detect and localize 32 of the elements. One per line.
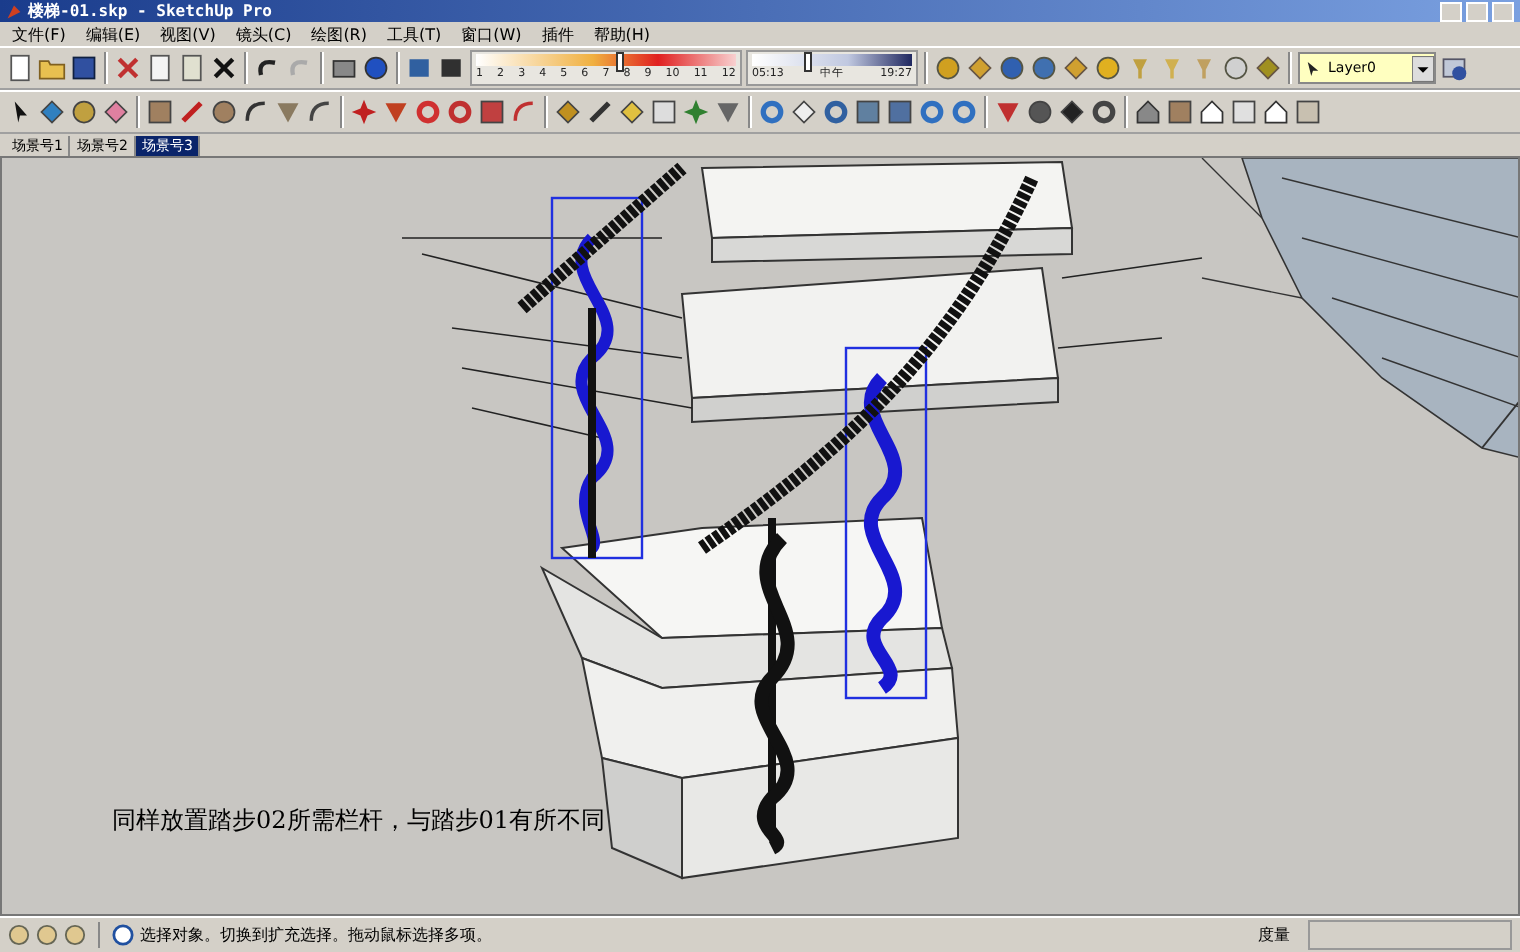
menu-item[interactable]: 窗口(W) — [461, 23, 522, 45]
menu-item[interactable]: 插件 — [541, 23, 574, 45]
sphere-icon[interactable] — [1094, 54, 1122, 82]
slider-thumb[interactable] — [804, 52, 812, 72]
rectangle-icon[interactable] — [146, 98, 174, 126]
tutorial-caption: 同样放置踏步02所需栏杆，与踏步01有所不同 — [112, 804, 606, 838]
measurement-field[interactable] — [1308, 920, 1512, 950]
menu-item[interactable]: 绘图(R) — [311, 23, 367, 45]
pointer-icon — [1306, 59, 1320, 77]
window-title: 楼梯-01.skp - SketchUp Pro — [28, 0, 272, 22]
dropdown-arrow-icon[interactable] — [1412, 55, 1434, 81]
menu-item[interactable]: 镜头(C) — [235, 23, 292, 45]
circle-icon[interactable] — [210, 98, 238, 126]
measurement-label: 度量 — [1258, 924, 1292, 946]
delete-icon[interactable] — [210, 54, 238, 82]
house-icon[interactable] — [1262, 98, 1290, 126]
menu-item[interactable]: 文件(F) — [12, 23, 66, 45]
close-button[interactable] — [1492, 1, 1514, 21]
open-folder-icon[interactable] — [38, 54, 66, 82]
menu-item[interactable]: 视图(V) — [160, 23, 216, 45]
arc-icon[interactable] — [242, 98, 270, 126]
menu-item[interactable]: 帮助(H) — [593, 23, 651, 45]
new-file-icon[interactable] — [6, 54, 34, 82]
app-logo-icon — [6, 3, 22, 19]
minimize-button[interactable] — [1440, 1, 1462, 21]
slider-thumb[interactable] — [615, 52, 623, 72]
menu-item[interactable]: 工具(T) — [387, 23, 442, 45]
menu-item[interactable]: 编辑(E) — [85, 23, 141, 45]
status-message: 选择对象。切换到扩充选择。拖动鼠标选择多项。 — [140, 924, 492, 946]
maximize-button[interactable] — [1466, 1, 1488, 21]
house-icon[interactable] — [1198, 98, 1226, 126]
sphere-icon[interactable] — [1222, 54, 1250, 82]
